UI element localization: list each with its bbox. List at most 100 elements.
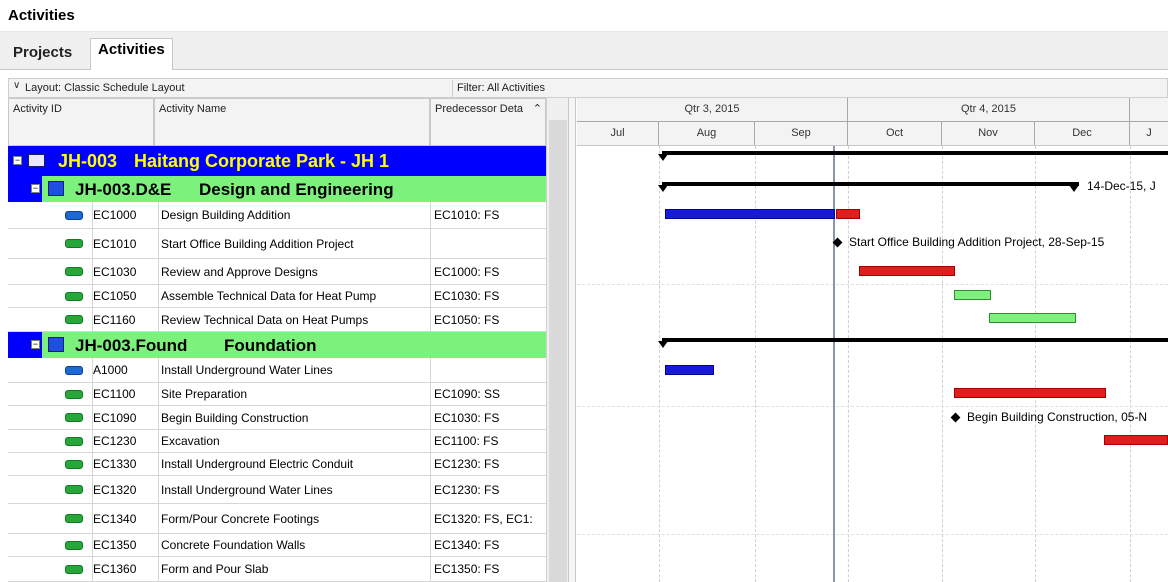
summary-start-marker xyxy=(658,154,668,161)
activity-name: Review and Approve Designs xyxy=(158,259,430,284)
activity-name: Form and Pour Slab xyxy=(158,557,430,581)
activity-name: Install Underground Water Lines xyxy=(158,476,430,503)
predecessor: EC1100: FS xyxy=(430,430,546,452)
predecessor: EC1230: FS xyxy=(430,476,546,503)
layout-name[interactable]: Layout: Classic Schedule Layout xyxy=(25,82,185,94)
activity-id: EC1340 xyxy=(92,504,158,533)
activity-bar-icon xyxy=(65,211,83,220)
pane-splitter[interactable] xyxy=(568,98,576,582)
tab-projects[interactable]: Projects xyxy=(6,38,79,70)
predecessor: EC1030: FS xyxy=(430,285,546,307)
activity-row[interactable]: EC1100 Site Preparation EC1090: SS xyxy=(8,383,546,406)
activity-id: EC1330 xyxy=(92,453,158,475)
activity-bar[interactable] xyxy=(665,209,835,219)
activity-bar[interactable] xyxy=(665,365,714,375)
tab-activities[interactable]: Activities xyxy=(90,38,173,70)
activity-bar-icon xyxy=(65,413,83,422)
activity-bar[interactable] xyxy=(1104,435,1168,445)
activity-row[interactable]: EC1000 Design Building Addition EC1010: … xyxy=(8,202,546,229)
activity-name: Excavation xyxy=(158,430,430,452)
activity-bar-icon xyxy=(65,267,83,276)
grid-line xyxy=(659,146,660,582)
wbs-icon xyxy=(48,337,64,352)
wbs-row[interactable]: − JH-003.Found Foundation xyxy=(8,332,546,358)
wbs-icon xyxy=(48,181,64,196)
collapse-icon[interactable]: − xyxy=(13,156,22,165)
project-name: Haitang Corporate Park - JH 1 xyxy=(134,151,390,171)
collapse-icon[interactable]: − xyxy=(31,184,40,193)
activity-id: EC1090 xyxy=(92,406,158,429)
layout-options-bar: ∨ Layout: Classic Schedule Layout Filter… xyxy=(8,78,1168,98)
grid-line xyxy=(1130,146,1131,582)
summary-start-marker xyxy=(658,185,668,192)
activity-row[interactable]: EC1330 Install Underground Electric Cond… xyxy=(8,453,546,476)
activity-bar[interactable] xyxy=(954,388,1106,398)
activity-row[interactable]: EC1010 Start Office Building Addition Pr… xyxy=(8,229,546,259)
activity-row[interactable]: EC1340 Form/Pour Concrete Footings EC132… xyxy=(8,504,546,534)
grid-line xyxy=(1035,146,1036,582)
grid-line xyxy=(577,534,1168,535)
month-header: Jul xyxy=(577,122,659,145)
activity-row[interactable]: EC1160 Review Technical Data on Heat Pum… xyxy=(8,308,546,332)
summary-start-marker xyxy=(658,341,668,348)
table-vertical-scrollbar[interactable] xyxy=(546,98,568,582)
activity-name: Design Building Addition xyxy=(158,202,430,228)
activity-name: Install Underground Electric Conduit xyxy=(158,453,430,475)
gantt-chart[interactable]: Qtr 3, 2015 Qtr 4, 2015 Jul Aug Sep Oct … xyxy=(577,98,1168,582)
sort-ascending-icon[interactable]: ⌃ xyxy=(533,102,542,115)
month-header: Sep xyxy=(755,122,848,145)
activity-name: Site Preparation xyxy=(158,383,430,405)
milestone-label: Begin Building Construction, 05-N xyxy=(967,410,1148,424)
activity-name: Review Technical Data on Heat Pumps xyxy=(158,308,430,331)
activity-id: EC1350 xyxy=(92,534,158,556)
activity-row[interactable]: EC1030 Review and Approve Designs EC1000… xyxy=(8,259,546,285)
grid-line xyxy=(577,406,1168,407)
filter-name[interactable]: Filter: All Activities xyxy=(457,82,545,94)
activity-id: EC1230 xyxy=(92,430,158,452)
project-row[interactable]: − JH-003 Haitang Corporate Park - JH 1 xyxy=(8,146,546,176)
tab-strip: Projects Activities xyxy=(0,32,1168,70)
scroll-up-icon[interactable] xyxy=(547,98,568,120)
activity-row[interactable]: EC1350 Concrete Foundation Walls EC1340:… xyxy=(8,534,546,557)
activity-row[interactable]: EC1320 Install Underground Water Lines E… xyxy=(8,476,546,504)
column-header-predecessor[interactable]: Predecessor Deta ⌃ xyxy=(430,98,546,146)
activity-bar-icon xyxy=(65,239,83,248)
activity-row[interactable]: EC1050 Assemble Technical Data for Heat … xyxy=(8,285,546,308)
predecessor: EC1000: FS xyxy=(430,259,546,284)
predecessor: EC1050: FS xyxy=(430,308,546,331)
activity-row[interactable]: EC1090 Begin Building Construction EC103… xyxy=(8,406,546,430)
chevron-down-icon[interactable]: ∨ xyxy=(13,80,20,91)
activity-bar-icon xyxy=(65,390,83,399)
activity-bar[interactable] xyxy=(954,290,991,300)
wbs-row[interactable]: − JH-003.D&E Design and Engineering xyxy=(8,176,546,202)
activity-bar-icon xyxy=(65,565,83,574)
activity-name: Concrete Foundation Walls xyxy=(158,534,430,556)
activity-id: EC1030 xyxy=(92,259,158,284)
activity-bar-icon xyxy=(65,292,83,301)
milestone-marker[interactable] xyxy=(950,412,961,423)
quarter-header xyxy=(1130,98,1168,122)
activity-row[interactable]: EC1360 Form and Pour Slab EC1350: FS xyxy=(8,557,546,582)
activity-name: Install Underground Water Lines xyxy=(158,358,430,382)
activity-id: EC1160 xyxy=(92,308,158,331)
activity-bar-icon xyxy=(65,460,83,469)
activity-row[interactable]: A1000 Install Underground Water Lines xyxy=(8,358,546,383)
activity-id: EC1050 xyxy=(92,285,158,307)
column-header-activity-name[interactable]: Activity Name xyxy=(154,98,430,146)
activity-bar[interactable] xyxy=(859,266,955,276)
column-header-activity-id[interactable]: Activity ID xyxy=(8,98,154,146)
wbs-summary-bar[interactable] xyxy=(662,338,1168,342)
predecessor: EC1090: SS xyxy=(430,383,546,405)
activity-bar[interactable] xyxy=(836,209,860,219)
project-summary-bar[interactable] xyxy=(662,151,1168,155)
activity-bar[interactable] xyxy=(989,313,1076,323)
activity-bar-icon xyxy=(65,437,83,446)
wbs-code: JH-003.Found xyxy=(75,335,188,355)
scrollbar-thumb[interactable] xyxy=(549,120,567,582)
activity-id: EC1000 xyxy=(92,202,158,228)
activity-bar-icon xyxy=(65,315,83,324)
collapse-icon[interactable]: − xyxy=(31,340,40,349)
activity-id: EC1010 xyxy=(92,229,158,258)
wbs-summary-bar[interactable] xyxy=(662,182,1079,186)
activity-row[interactable]: EC1230 Excavation EC1100: FS xyxy=(8,430,546,453)
